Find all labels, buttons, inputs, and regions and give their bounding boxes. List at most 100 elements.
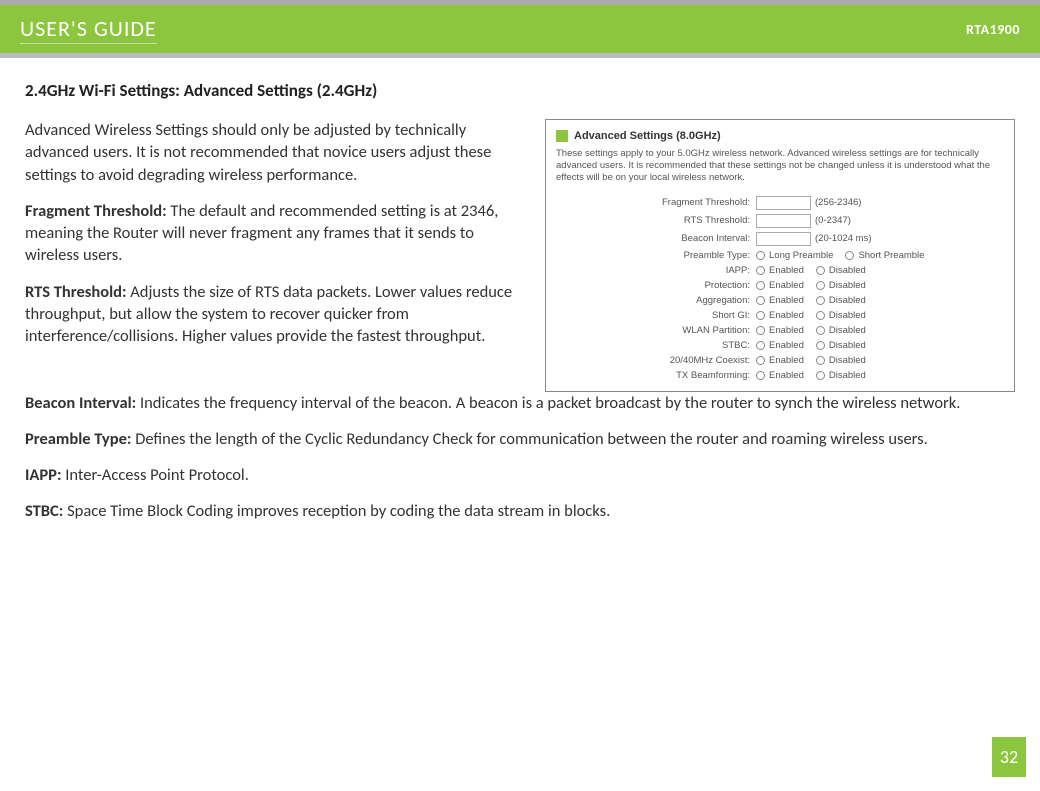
radio-label: Disabled	[829, 370, 866, 381]
radio-option[interactable]	[756, 326, 765, 335]
panel-title: Advanced Settings (8.0GHz)	[574, 130, 721, 142]
panel-row: STBC: Enabled Disabled	[556, 340, 1004, 351]
term-text: Defines the length of the Cyclic Redunda…	[131, 429, 927, 449]
panel-row-control: Enabled Disabled	[756, 265, 874, 276]
panel-row-control: (0-2347)	[756, 214, 851, 228]
definition-beacon-interval: Beacon Interval: Indicates the frequency…	[25, 392, 1015, 414]
panel-row: Protection: Enabled Disabled	[556, 280, 1004, 291]
radio-option[interactable]	[816, 311, 825, 320]
term-label: Beacon Interval:	[25, 393, 136, 413]
radio-option[interactable]	[845, 251, 854, 260]
panel-row: Aggregation: Enabled Disabled	[556, 295, 1004, 306]
panel-row-label: TX Beamforming:	[556, 370, 756, 381]
panel-row-control: Enabled Disabled	[756, 310, 874, 321]
panel-row: Beacon Interval: (20-1024 ms)	[556, 232, 1004, 246]
radio-label: Disabled	[829, 340, 866, 351]
radio-label: Enabled	[769, 310, 804, 321]
text-input[interactable]	[756, 196, 811, 210]
radio-option[interactable]	[756, 341, 765, 350]
definition-iapp: IAPP: Inter-Access Point Protocol.	[25, 464, 1015, 486]
definition-stbc: STBC: Space Time Block Coding improves r…	[25, 500, 1015, 522]
radio-option[interactable]	[756, 296, 765, 305]
radio-label: Enabled	[769, 325, 804, 336]
panel-square-icon	[556, 130, 568, 142]
definition-preamble-type: Preamble Type: Defines the length of the…	[25, 428, 1015, 450]
header-bar: USER'S GUIDE RTA1900	[0, 0, 1040, 53]
panel-row-label: Short GI:	[556, 310, 756, 321]
panel-row: RTS Threshold:(0-2347)	[556, 214, 1004, 228]
panel-row-control: Enabled Disabled	[756, 280, 874, 291]
section-title: 2.4GHz Wi-Fi Settings: Advanced Settings…	[25, 80, 1015, 101]
panel-row-label: Preamble Type:	[556, 250, 756, 261]
panel-description: These settings apply to your 5.0GHz wire…	[556, 148, 1004, 184]
below-content: Beacon Interval: Indicates the frequency…	[0, 392, 1040, 523]
panel-rows: Fragment Threshold: (256-2346) RTS Thresho…	[556, 196, 1004, 381]
intro-paragraph: Advanced Wireless Settings should only b…	[25, 119, 531, 186]
radio-option[interactable]	[816, 326, 825, 335]
radio-option[interactable]	[816, 341, 825, 350]
panel-row-control: (20-1024 ms)	[756, 232, 872, 246]
panel-row-control: Enabled Disabled	[756, 340, 874, 351]
term-label: Fragment Threshold:	[25, 201, 167, 221]
radio-option[interactable]	[756, 251, 765, 260]
radio-label: Enabled	[769, 280, 804, 291]
term-text: Space Time Block Coding improves recepti…	[63, 501, 610, 521]
panel-row: IAPP: Enabled Disabled	[556, 265, 1004, 276]
radio-label: Enabled	[769, 265, 804, 276]
radio-option[interactable]	[816, 371, 825, 380]
panel-row-label: Fragment Threshold:	[556, 197, 756, 208]
term-label: IAPP:	[25, 465, 62, 485]
term-label: RTS Threshold:	[25, 282, 127, 302]
panel-row-control: EnabledDisabled	[756, 370, 874, 381]
panel-row-control: Enabled Disabled	[756, 325, 874, 336]
panel-row: WLAN Partition: Enabled Disabled	[556, 325, 1004, 336]
term-label: STBC:	[25, 501, 63, 521]
radio-label: Disabled	[829, 355, 866, 366]
term-text: Inter-Access Point Protocol.	[62, 465, 249, 485]
panel-row-label: Protection:	[556, 280, 756, 291]
page-number: 32	[992, 737, 1026, 777]
radio-option[interactable]	[756, 371, 765, 380]
panel-hint: (20-1024 ms)	[815, 233, 872, 244]
radio-label: Disabled	[829, 295, 866, 306]
radio-option[interactable]	[756, 356, 765, 365]
term-label: Preamble Type:	[25, 429, 131, 449]
settings-panel: Advanced Settings (8.0GHz) These setting…	[545, 119, 1015, 392]
radio-option[interactable]	[756, 266, 765, 275]
radio-option[interactable]	[816, 356, 825, 365]
panel-row-label: WLAN Partition:	[556, 325, 756, 336]
panel-row-label: IAPP:	[556, 265, 756, 276]
radio-label: Enabled	[769, 355, 804, 366]
radio-label: Disabled	[829, 280, 866, 291]
panel-hint: (256-2346)	[815, 197, 861, 208]
panel-row-control: Long PreambleShort Preamble	[756, 250, 932, 261]
panel-row: Preamble Type:Long PreambleShort Preambl…	[556, 250, 1004, 261]
radio-label: Disabled	[829, 265, 866, 276]
radio-label: Enabled	[769, 295, 804, 306]
left-column: Advanced Wireless Settings should only b…	[25, 119, 531, 392]
panel-row-label: Beacon Interval:	[556, 233, 756, 244]
panel-row: TX Beamforming:EnabledDisabled	[556, 370, 1004, 381]
panel-row-label: Aggregation:	[556, 295, 756, 306]
panel-row-control: Enabled Disabled	[756, 355, 874, 366]
radio-option[interactable]	[816, 296, 825, 305]
definition-rts-threshold: RTS Threshold: Adjusts the size of RTS d…	[25, 281, 531, 348]
definition-fragment-threshold: Fragment Threshold: The default and reco…	[25, 200, 531, 267]
panel-row-label: 20/40MHz Coexist:	[556, 355, 756, 366]
panel-row-control: Enabled Disabled	[756, 295, 874, 306]
right-column: Advanced Settings (8.0GHz) These setting…	[545, 119, 1015, 392]
radio-option[interactable]	[816, 266, 825, 275]
radio-option[interactable]	[756, 281, 765, 290]
panel-row-label: STBC:	[556, 340, 756, 351]
radio-option[interactable]	[756, 311, 765, 320]
model-number: RTA1900	[966, 21, 1020, 38]
panel-row-control: (256-2346)	[756, 196, 861, 210]
radio-label: Enabled	[769, 340, 804, 351]
text-input[interactable]	[756, 214, 811, 228]
panel-row: 20/40MHz Coexist: Enabled Disabled	[556, 355, 1004, 366]
text-input[interactable]	[756, 232, 811, 246]
radio-label: Disabled	[829, 310, 866, 321]
panel-row: Fragment Threshold: (256-2346)	[556, 196, 1004, 210]
radio-option[interactable]	[816, 281, 825, 290]
radio-label: Disabled	[829, 325, 866, 336]
